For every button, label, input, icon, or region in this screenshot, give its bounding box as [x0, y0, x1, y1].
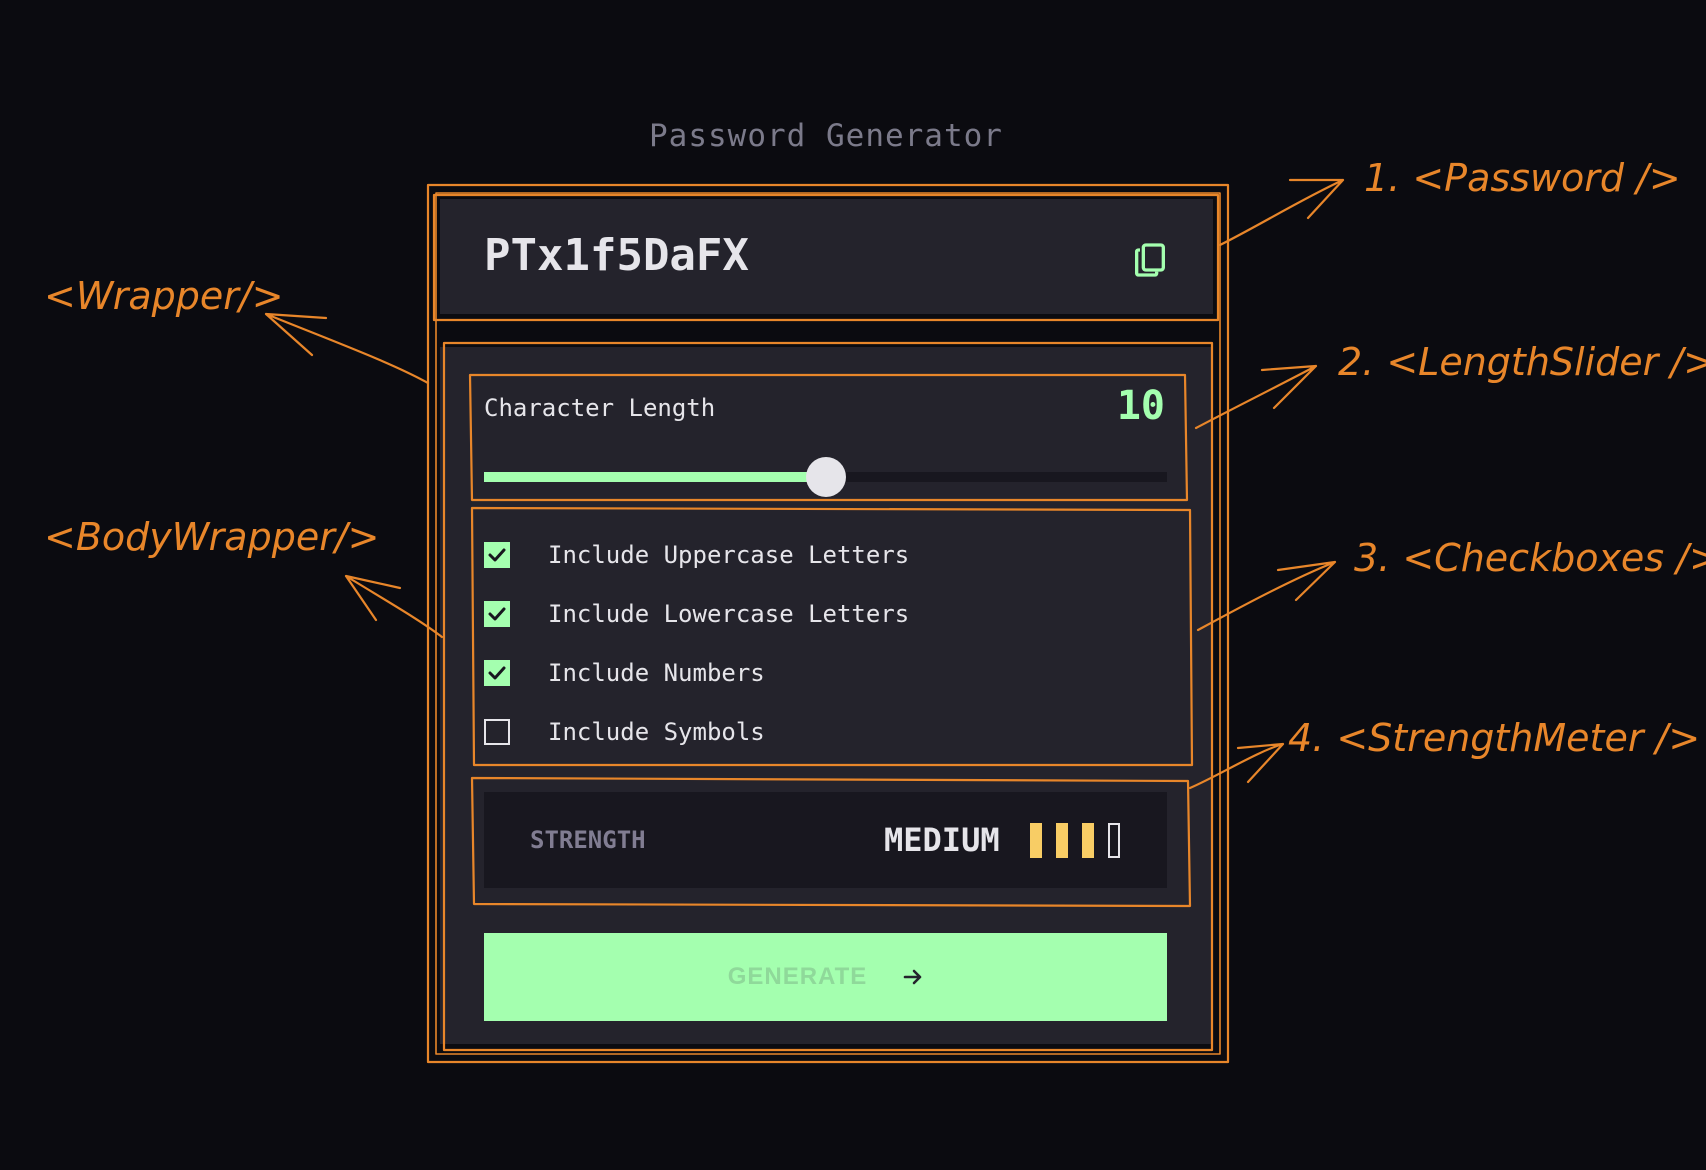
- wrapper-outline: [426, 183, 1230, 1064]
- strength-meter-arrow: [1188, 742, 1285, 790]
- checkboxes-arrow: [1196, 560, 1337, 632]
- length-slider-outline: [468, 373, 1189, 502]
- password-annotation: 1. <Password />: [1364, 156, 1681, 200]
- wrapper-annotation: <Wrapper/>: [44, 274, 284, 318]
- checkboxes-outline: [470, 506, 1194, 767]
- password-outline: [432, 193, 1220, 322]
- strength-meter-annotation: 4. <StrengthMeter />: [1288, 716, 1701, 760]
- password-arrow: [1218, 178, 1345, 247]
- wrapper-arrow: [264, 312, 430, 385]
- strength-meter-outline: [470, 776, 1192, 908]
- body-wrapper-outline: [442, 341, 1214, 1052]
- body-wrapper-annotation: <BodyWrapper/>: [44, 515, 380, 559]
- checkboxes-annotation: 3. <Checkboxes />: [1354, 536, 1706, 580]
- length-slider-annotation: 2. <LengthSlider />: [1338, 340, 1706, 384]
- length-slider-arrow: [1194, 364, 1318, 430]
- wrapper-outline-inner: [435, 192, 1221, 1055]
